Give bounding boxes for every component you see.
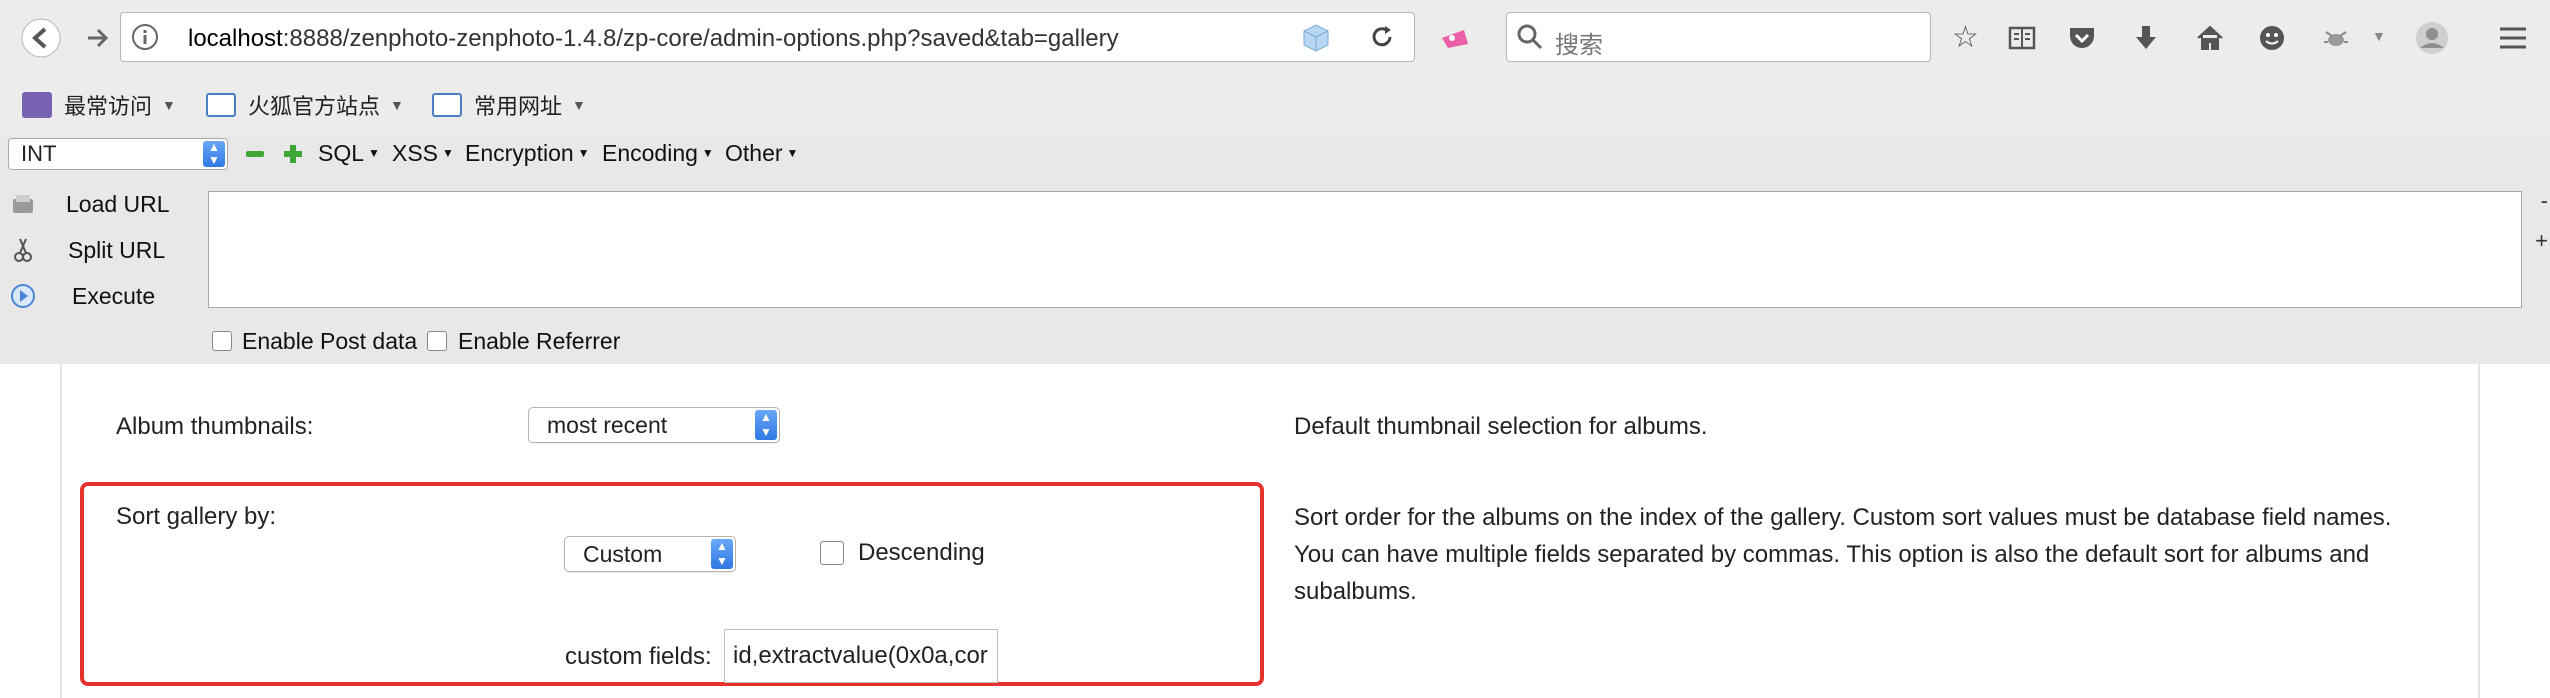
star-icon[interactable]: ☆ <box>1952 20 1979 56</box>
increase-icon[interactable] <box>282 143 304 165</box>
caret-down-icon: ▼ <box>701 146 714 160</box>
load-url-label: Load URL <box>66 190 170 217</box>
xss-menu[interactable]: XSS ▼ <box>392 140 454 167</box>
execute-button[interactable]: Execute <box>0 278 205 314</box>
info-icon[interactable] <box>130 22 160 52</box>
gear-folder-icon <box>22 92 52 118</box>
search-placeholder: 搜索 <box>1555 32 1603 59</box>
folder-icon <box>432 93 462 117</box>
bookmark-label: 火狐官方站点 <box>248 94 381 119</box>
content-border-right <box>2478 364 2480 698</box>
load-url-icon <box>13 195 33 213</box>
sql-menu-label: SQL <box>318 140 365 166</box>
sort-gallery-select[interactable]: Custom ▲ ▼ <box>564 536 736 572</box>
profile-avatar-icon[interactable] <box>2412 18 2452 58</box>
home-icon[interactable] <box>2194 22 2226 54</box>
content-border-left <box>60 364 62 698</box>
sql-menu[interactable]: SQL ▼ <box>318 140 380 167</box>
split-url-button[interactable]: Split URL <box>0 232 205 268</box>
sort-gallery-value: Custom <box>583 541 663 567</box>
pocket-icon[interactable] <box>2066 22 2098 54</box>
extension-dropdown-icon[interactable]: ▼ <box>2372 28 2386 44</box>
cube-extension-icon[interactable] <box>1300 22 1332 54</box>
url-text[interactable]: localhost:8888/zenphoto-zenphoto-1.4.8/z… <box>188 25 1119 53</box>
bookmark-common-sites[interactable]: 常用网址 ▼ <box>432 84 586 126</box>
select-arrows-icon: ▲ ▼ <box>711 539 733 569</box>
execute-label: Execute <box>72 282 156 309</box>
menu-hamburger-icon[interactable] <box>2496 22 2530 54</box>
play-icon <box>11 284 35 308</box>
custom-fields-input[interactable]: id,extractvalue(0x0a,cor <box>724 629 998 683</box>
album-thumbnails-value: most recent <box>547 412 668 438</box>
encryption-menu[interactable]: Encryption ▼ <box>465 140 590 167</box>
custom-fields-label: custom fields: <box>565 643 712 670</box>
split-url-label: Split URL <box>68 236 166 263</box>
other-menu[interactable]: Other ▼ <box>725 140 798 167</box>
description-line: subalbums. <box>1294 578 1417 605</box>
type-select[interactable]: INT ▲ ▼ <box>8 138 228 170</box>
enable-post-checkbox[interactable] <box>212 331 232 351</box>
reading-list-icon[interactable] <box>2006 22 2038 54</box>
reload-icon[interactable] <box>1367 22 1397 52</box>
description-line: You can have multiple fields separated b… <box>1294 541 2370 568</box>
bookmark-firefox-official[interactable]: 火狐官方站点 ▼ <box>206 84 404 126</box>
album-thumbnails-label: Album thumbnails: <box>116 413 314 440</box>
sort-gallery-label: Sort gallery by: <box>116 503 277 530</box>
bookmark-label: 常用网址 <box>474 94 563 119</box>
download-icon[interactable] <box>2130 22 2162 54</box>
select-arrows-icon: ▲ ▼ <box>755 410 777 440</box>
ninja-extension-icon[interactable] <box>1438 24 1472 54</box>
caret-down-icon: ▼ <box>368 146 380 160</box>
load-url-button[interactable]: Load URL <box>0 186 205 222</box>
back-button[interactable] <box>18 12 64 64</box>
bookmark-label: 最常访问 <box>64 94 153 119</box>
forward-button[interactable] <box>74 12 120 64</box>
folder-icon <box>206 93 236 117</box>
scissors-icon <box>14 238 32 262</box>
encryption-menu-label: Encryption <box>465 140 574 166</box>
xss-menu-label: XSS <box>392 140 439 166</box>
description-line: Sort order for the albums on the index o… <box>1294 504 2392 531</box>
forward-arrow-icon <box>88 28 109 48</box>
chevron-down-icon: ▼ <box>162 97 176 113</box>
shrink-textarea-button[interactable]: - <box>2541 188 2548 214</box>
back-arrow-icon <box>21 18 61 58</box>
type-select-value: INT <box>21 141 57 166</box>
album-thumbnails-description: Default thumbnail selection for albums. <box>1294 413 1708 440</box>
encoding-menu[interactable]: Encoding ▼ <box>602 140 714 167</box>
enable-post-label: Enable Post data <box>242 328 418 354</box>
album-thumbnails-select[interactable]: most recent ▲ ▼ <box>528 407 780 443</box>
descending-label: Descending <box>858 539 985 566</box>
caret-down-icon: ▼ <box>786 146 799 160</box>
encoding-menu-label: Encoding <box>602 140 698 166</box>
enable-referrer-label: Enable Referrer <box>458 328 621 354</box>
enable-referrer-checkbox[interactable] <box>427 331 447 351</box>
sort-gallery-description: Sort order for the albums on the index o… <box>1294 499 2391 610</box>
smiley-icon[interactable] <box>2256 22 2288 54</box>
descending-checkbox[interactable] <box>820 541 844 565</box>
other-menu-label: Other <box>725 140 783 166</box>
expand-textarea-button[interactable]: + <box>2535 228 2548 254</box>
chevron-down-icon: ▼ <box>390 97 404 113</box>
caret-down-icon: ▼ <box>577 146 590 160</box>
decrease-icon[interactable] <box>244 146 266 162</box>
search-icon <box>1517 24 1543 50</box>
chevron-down-icon: ▼ <box>572 97 586 113</box>
caret-down-icon: ▼ <box>442 146 454 160</box>
url-textarea[interactable] <box>208 191 2522 308</box>
bookmark-most-visited[interactable]: 最常访问 ▼ <box>22 84 176 126</box>
bug-extension-icon[interactable] <box>2318 22 2354 54</box>
select-arrows-icon: ▲ ▼ <box>203 141 225 167</box>
